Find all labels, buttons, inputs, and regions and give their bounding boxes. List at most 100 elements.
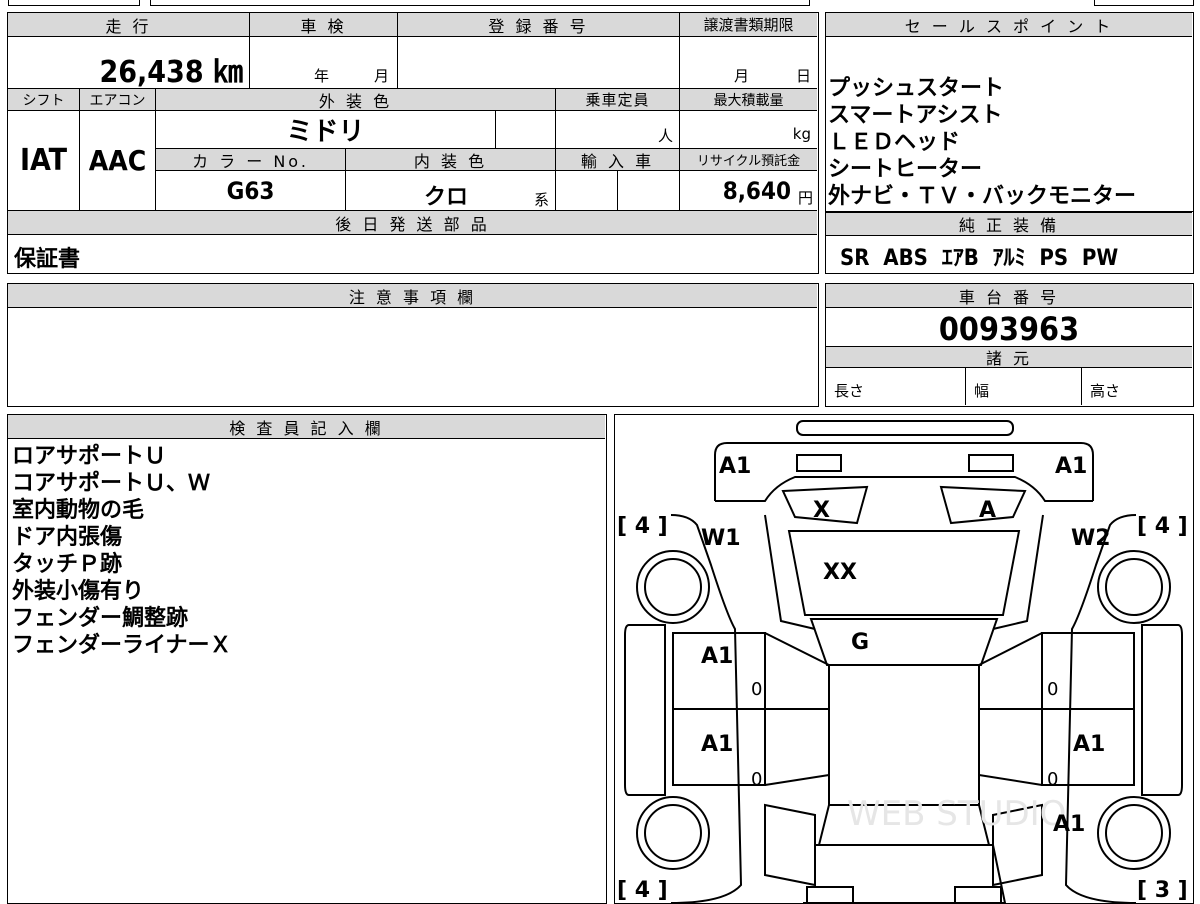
- notes-header: 注 意 事 項 欄: [8, 284, 817, 308]
- registration-header: 登 録 番 号: [398, 13, 680, 37]
- car-diagram: WEB STUDIO A1 A1 [ 4 ] [ 4 ] [ 4 ] [ 3 ]…: [617, 420, 1188, 903]
- vehicle-info-table: 走 行 車 検 登 録 番 号 譲渡書類期限 26,438 ㎞ 年 月 月 日 …: [7, 12, 819, 274]
- mark-fender-left: W1: [701, 526, 741, 551]
- tire-top-right: [ 4 ]: [1137, 514, 1188, 539]
- inspector-line: コアサポートＵ、Ｗ: [12, 471, 211, 496]
- mark-fender-right: W2: [1071, 526, 1111, 551]
- recycle-cell: 8,640 円: [680, 171, 817, 211]
- tire-top-left: [ 4 ]: [617, 514, 668, 539]
- mileage-value: 26,438 ㎞: [99, 55, 243, 90]
- chassis-header: 車 台 番 号: [826, 284, 1192, 308]
- mark-door-rear-left: A1: [701, 732, 733, 757]
- capacity-unit: 人: [657, 127, 673, 145]
- mark-front-right: A1: [1055, 454, 1087, 479]
- notes-panel: 注 意 事 項 欄: [7, 283, 819, 407]
- ac-value: AAC: [88, 144, 147, 177]
- transfer-month: 月: [734, 67, 750, 85]
- genuine-equipment-panel: 純 正 装 備 SR ABS ｴｱB ｱﾙﾐ PS PW: [825, 212, 1194, 274]
- sales-point-item: スマートアシスト: [828, 103, 1003, 128]
- capacity-cell: 人: [556, 111, 680, 149]
- exterior-color-value: ミドリ: [286, 117, 365, 147]
- inspection-month: 月: [374, 67, 390, 85]
- recycle-value: 8,640: [722, 177, 791, 205]
- recycle-header: リサイクル預託金: [680, 149, 817, 171]
- color-no-cell: G63: [156, 171, 346, 211]
- interior-color-suffix: 系: [533, 191, 549, 209]
- mark-zero: 0: [1047, 679, 1058, 700]
- genuine-equipment-value: SR ABS ｴｱB ｱﾙﾐ PS PW: [840, 246, 1119, 271]
- ac-cell: AAC: [80, 111, 156, 211]
- later-parts-value: 保証書: [14, 247, 81, 272]
- max-load-cell: kg: [680, 111, 817, 149]
- interior-color-header: 内 装 色: [346, 149, 556, 171]
- spec-width: 幅: [966, 368, 1082, 405]
- mark-door-rear-right: A1: [1073, 732, 1105, 757]
- mileage-header: 走 行: [8, 13, 250, 37]
- inspector-line: ロアサポートＵ: [12, 444, 167, 469]
- interior-color-value: クロ: [424, 185, 469, 210]
- inspector-panel: 検 査 員 記 入 欄 ロアサポートＵ コアサポートＵ、Ｗ 室内動物の毛 ドア内…: [7, 414, 607, 904]
- mark-front-left: A1: [719, 454, 751, 479]
- specs-header: 諸 元: [826, 346, 1192, 368]
- transfer-day: 日: [796, 67, 812, 85]
- import-cell-a: [556, 171, 618, 211]
- shift-value: IAT: [19, 143, 67, 178]
- inspector-line: 室内動物の毛: [12, 498, 145, 523]
- mark-door-front-left: A1: [701, 644, 733, 669]
- sales-points-list: プッシュスタート スマートアシスト ＬＥＤヘッド シートヒーター 外ナビ・ＴＶ・…: [828, 75, 1192, 210]
- shift-header: シフト: [8, 89, 80, 111]
- top-clip-strip: [0, 0, 1200, 8]
- mark-zero: 0: [751, 679, 762, 700]
- inspector-line: タッチＰ跡: [12, 552, 123, 577]
- mark-zero: 0: [751, 769, 762, 790]
- later-parts-header: 後 日 発 送 部 品: [8, 211, 817, 235]
- registration-cell: [398, 37, 680, 89]
- spec-width-label: 幅: [974, 382, 990, 400]
- exterior-color-header: 外 装 色: [156, 89, 556, 111]
- ac-header: エアコン: [80, 89, 156, 111]
- inspector-lines: ロアサポートＵ コアサポートＵ、Ｗ 室内動物の毛 ドア内張傷 タッチＰ跡 外装小…: [12, 443, 592, 659]
- mileage-cell: 26,438 ㎞: [8, 37, 250, 90]
- inspector-line: 外装小傷有り: [12, 579, 145, 604]
- tire-bottom-left: [ 4 ]: [617, 878, 668, 903]
- sales-points-header: セ ー ル ス ポ イ ン ト: [826, 13, 1192, 37]
- sales-points-panel: セ ー ル ス ポ イ ン ト プッシュスタート スマートアシスト ＬＥＤヘッド…: [825, 12, 1194, 212]
- inspector-header: 検 査 員 記 入 欄: [8, 415, 605, 439]
- mark-windshield: G: [851, 630, 869, 655]
- inspector-line: フェンダー鯛整跡: [12, 606, 189, 631]
- tire-bottom-right: [ 3 ]: [1137, 878, 1188, 903]
- exterior-color-cell: ミドリ: [156, 111, 496, 149]
- import-header: 輸 入 車: [556, 149, 680, 171]
- sales-point-item: プッシュスタート: [828, 76, 1005, 101]
- mark-zero: 0: [1047, 769, 1058, 790]
- interior-color-cell: クロ 系: [346, 171, 556, 211]
- shift-cell: IAT: [8, 111, 80, 211]
- sales-point-item: ＬＥＤヘッド: [828, 130, 961, 155]
- max-load-header: 最大積載量: [680, 89, 817, 111]
- max-load-unit: kg: [792, 125, 811, 143]
- inspector-line: ドア内張傷: [12, 525, 123, 550]
- inspection-cell: 年 月: [250, 37, 398, 89]
- inspection-header: 車 検: [250, 13, 398, 37]
- car-diagram-panel: WEB STUDIO A1 A1 [ 4 ] [ 4 ] [ 4 ] [ 3 ]…: [614, 414, 1194, 904]
- watermark: WEB STUDIO: [847, 794, 1066, 834]
- spec-height-label: 高さ: [1090, 382, 1121, 400]
- inspection-year: 年: [314, 67, 330, 85]
- sales-point-item: シートヒーター: [828, 157, 983, 182]
- chassis-panel: 車 台 番 号 0093963 諸 元 長さ 幅 高さ: [825, 283, 1194, 407]
- spec-length-label: 長さ: [834, 382, 865, 400]
- spec-length: 長さ: [826, 368, 966, 405]
- transfer-deadline-header: 譲渡書類期限: [680, 13, 817, 37]
- chassis-number: 0093963: [938, 310, 1080, 348]
- genuine-equipment-header: 純 正 装 備: [826, 212, 1192, 236]
- color-no-value: G63: [226, 176, 275, 205]
- spec-height: 高さ: [1082, 368, 1192, 405]
- inspector-line: フェンダーライナーＸ: [12, 633, 232, 658]
- recycle-unit: 円: [797, 189, 813, 207]
- transfer-cell: 月 日: [680, 37, 817, 89]
- exterior-color-extra-cell: [496, 111, 556, 149]
- import-cell-b: [618, 171, 680, 211]
- mark-hood: XX: [823, 560, 857, 585]
- mark-rear-right: A1: [1053, 812, 1085, 837]
- color-no-header: カ ラ ー No.: [156, 149, 346, 171]
